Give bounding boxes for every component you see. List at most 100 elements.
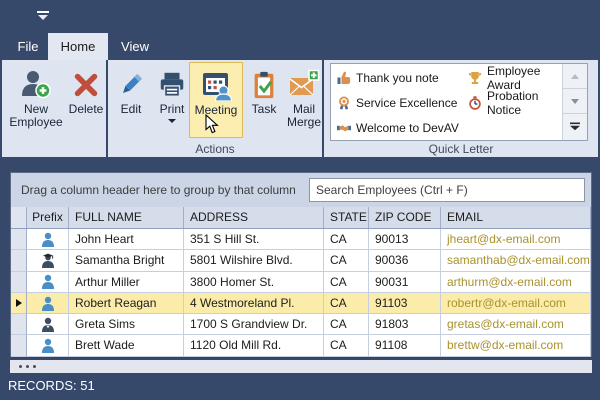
grid-footer-splitter[interactable]	[10, 360, 592, 373]
delete-button[interactable]: Delete	[66, 62, 106, 138]
full-name-cell[interactable]: John Heart	[69, 229, 184, 250]
zip-code-cell[interactable]: 91103	[369, 293, 441, 314]
print-button[interactable]: Print	[152, 62, 192, 138]
print-icon	[152, 62, 192, 100]
full-name-cell[interactable]: Brett Wade	[69, 335, 184, 356]
tab-view[interactable]: View	[112, 33, 158, 60]
address-cell[interactable]: 5801 Wilshire Blvd.	[184, 250, 324, 271]
task-button[interactable]: Task	[244, 62, 284, 138]
state-cell[interactable]: CA	[324, 293, 369, 314]
tab-file[interactable]: File	[8, 33, 48, 60]
zip-code-cell[interactable]: 90031	[369, 272, 441, 293]
row-indicator	[11, 335, 27, 356]
print-dropdown-arrow-icon[interactable]	[168, 119, 176, 123]
task-clipboard-icon	[244, 62, 284, 100]
address-cell[interactable]: 1120 Old Mill Rd.	[184, 335, 324, 356]
address-cell[interactable]: 3800 Homer St.	[184, 272, 324, 293]
zip-code-cell[interactable]: 91803	[369, 314, 441, 335]
full-name-cell[interactable]: Samantha Bright	[69, 250, 184, 271]
search-input[interactable]	[309, 178, 585, 202]
person-male-icon	[41, 296, 55, 311]
gallery-expand-icon	[570, 122, 580, 131]
mail-merge-envelope-icon	[284, 62, 324, 100]
gallery-item-service-excellence[interactable]: Service Excellence	[334, 90, 462, 115]
person-female-icon	[41, 317, 55, 332]
email-cell[interactable]: gretas@dx-email.com	[441, 314, 591, 335]
gallery-item-label: Probation Notice	[487, 89, 561, 117]
zip-code-cell[interactable]: 90036	[369, 250, 441, 271]
email-cell[interactable]: robertr@dx-email.com	[441, 293, 591, 314]
table-row[interactable]: Brett Wade 1120 Old Mill Rd. CA 91108 br…	[11, 335, 591, 356]
column-header-prefix[interactable]: Prefix	[27, 207, 69, 228]
status-bar: RECORDS: 51	[0, 373, 600, 400]
trophy-icon	[468, 71, 482, 85]
meeting-label: Meeting	[190, 101, 242, 117]
edit-button[interactable]: Edit	[110, 62, 152, 138]
full-name-cell[interactable]: Greta Sims	[69, 314, 184, 335]
state-cell[interactable]: CA	[324, 335, 369, 356]
gallery-item-label: Employee Award	[487, 64, 561, 92]
ellipsis-dot	[26, 365, 29, 368]
full-name-cell[interactable]: Robert Reagan	[69, 293, 184, 314]
tab-home[interactable]: Home	[48, 33, 108, 60]
chevron-down-icon	[571, 99, 579, 104]
prefix-cell[interactable]	[27, 272, 69, 293]
table-row-selected[interactable]: Robert Reagan 4 Westmoreland Pl. CA 9110…	[11, 293, 591, 314]
prefix-cell[interactable]	[27, 250, 69, 271]
column-header-email[interactable]: EMAIL	[441, 207, 591, 228]
prefix-cell[interactable]	[27, 229, 69, 250]
gallery-scroll-down-button[interactable]	[563, 89, 587, 114]
prefix-cell[interactable]	[27, 293, 69, 314]
new-employee-label: New Employee	[6, 100, 66, 129]
table-row[interactable]: Greta Sims 1700 S Grandview Dr. CA 91803…	[11, 314, 591, 335]
edit-label: Edit	[110, 100, 152, 116]
stopwatch-icon	[468, 96, 482, 110]
address-cell[interactable]: 351 S Hill St.	[184, 229, 324, 250]
mail-merge-button[interactable]: Mail Merge	[284, 62, 324, 138]
state-cell[interactable]: CA	[324, 229, 369, 250]
column-header-state[interactable]: STATE	[324, 207, 369, 228]
zip-code-cell[interactable]: 90013	[369, 229, 441, 250]
group-by-panel-text: Drag a column header here to group by th…	[21, 173, 296, 207]
table-row[interactable]: Arthur Miller 3800 Homer St. CA 90031 ar…	[11, 272, 591, 293]
quick-letter-group-caption: Quick Letter	[324, 142, 598, 156]
state-cell[interactable]: CA	[324, 314, 369, 335]
gallery-expand-button[interactable]	[563, 114, 587, 139]
row-indicator	[11, 250, 27, 271]
prefix-cell[interactable]	[27, 314, 69, 335]
new-employee-button[interactable]: New Employee	[6, 62, 66, 138]
email-cell[interactable]: samanthab@dx-email.com	[441, 250, 591, 271]
thumbs-up-icon	[337, 71, 351, 85]
address-cell[interactable]: 4 Westmoreland Pl.	[184, 293, 324, 314]
state-cell[interactable]: CA	[324, 250, 369, 271]
gallery-scrollbar	[562, 64, 587, 140]
person-male-icon	[41, 338, 55, 353]
full-name-cell[interactable]: Arthur Miller	[69, 272, 184, 293]
email-cell[interactable]: arthurm@dx-email.com	[441, 272, 591, 293]
quick-access-dropdown-icon[interactable]	[36, 10, 52, 23]
gallery-scroll-up-button[interactable]	[563, 64, 587, 89]
meeting-calendar-icon	[190, 63, 242, 101]
email-cell[interactable]: brettw@dx-email.com	[441, 335, 591, 356]
header-indicator	[11, 207, 27, 228]
row-indicator	[11, 272, 27, 293]
gallery-item-label: Service Excellence	[356, 96, 457, 110]
gallery-item-probation-notice[interactable]: Probation Notice	[465, 90, 561, 115]
group-by-panel[interactable]: Drag a column header here to group by th…	[11, 173, 591, 207]
gallery-item-employee-award[interactable]: Employee Award	[465, 65, 561, 90]
email-cell[interactable]: jheart@dx-email.com	[441, 229, 591, 250]
state-cell[interactable]: CA	[324, 272, 369, 293]
gallery-item-welcome-to-devav[interactable]: Welcome to DevAV	[334, 115, 462, 140]
gallery-item-thank-you-note[interactable]: Thank you note	[334, 65, 462, 90]
column-header-address[interactable]: ADDRESS	[184, 207, 324, 228]
column-header-zip-code[interactable]: ZIP CODE	[369, 207, 441, 228]
column-header-full-name[interactable]: FULL NAME	[69, 207, 184, 228]
table-row[interactable]: Samantha Bright 5801 Wilshire Blvd. CA 9…	[11, 250, 591, 271]
zip-code-cell[interactable]: 91108	[369, 335, 441, 356]
address-cell[interactable]: 1700 S Grandview Dr.	[184, 314, 324, 335]
table-row[interactable]: John Heart 351 S Hill St. CA 90013 jhear…	[11, 229, 591, 250]
meeting-button[interactable]: Meeting	[189, 62, 243, 138]
prefix-cell[interactable]	[27, 335, 69, 356]
actions-group-caption: Actions	[108, 142, 322, 156]
handshake-icon	[337, 121, 351, 135]
